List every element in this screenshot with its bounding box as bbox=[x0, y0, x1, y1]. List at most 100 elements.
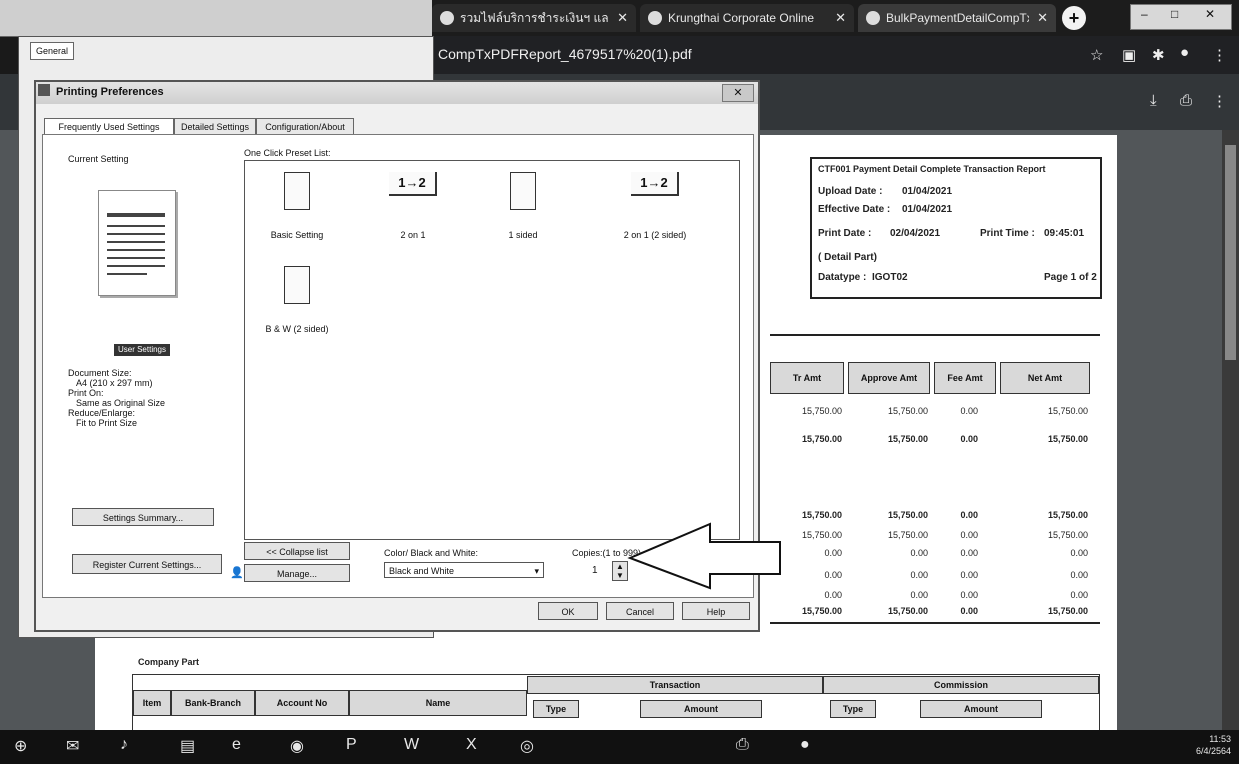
cell-tr-amt: 0.00 bbox=[824, 590, 842, 600]
print-time-label: Print Time : bbox=[980, 228, 1035, 239]
preset-basic-setting[interactable]: Basic Setting bbox=[252, 172, 342, 240]
bookmark-star-icon[interactable]: ☆ bbox=[1090, 46, 1103, 64]
preset-label: 2 on 1 bbox=[400, 230, 426, 240]
effective-date-label: Effective Date : bbox=[818, 204, 891, 215]
col-header-bank-branch: Bank-Branch bbox=[171, 690, 255, 716]
cell-fee-amt: 0.00 bbox=[960, 570, 978, 580]
profile-avatar-icon[interactable]: ● bbox=[1180, 44, 1189, 61]
tab-bulk-payment[interactable]: BulkPaymentDetailCompTxPDF ✕ bbox=[858, 4, 1056, 32]
cell-fee-amt: 0.00 bbox=[960, 434, 978, 444]
pdf-scrollbar-thumb[interactable] bbox=[1225, 145, 1236, 360]
preview-line bbox=[107, 265, 165, 267]
detail-part-label: ( Detail Part) bbox=[818, 252, 877, 263]
col-header-amount: Amount bbox=[640, 700, 762, 718]
tab-payment-service[interactable]: รวมไฟล์บริการชำระเงินฯ และ ✕ bbox=[432, 4, 636, 32]
color-select[interactable]: Black and White ▾ bbox=[384, 562, 544, 578]
url-text[interactable]: CompTxPDFReport_4679517%20(1).pdf bbox=[438, 46, 692, 62]
preset-2-on-1-2-sided[interactable]: 1→2 2 on 1 (2 sided) bbox=[610, 172, 700, 240]
col-header-tr-amt: Tr Amt bbox=[770, 362, 844, 394]
col-header-approve-amt: Approve Amt bbox=[848, 362, 930, 394]
reduce-enlarge-label: Reduce/Enlarge: bbox=[68, 408, 136, 418]
start-icon[interactable]: ⊕ bbox=[14, 736, 27, 756]
tab-favicon-icon bbox=[866, 11, 880, 25]
taskbar-clock[interactable]: 11:53 6/4/2564 bbox=[1196, 733, 1231, 757]
new-tab-button[interactable]: + bbox=[1062, 6, 1086, 30]
chrome-icon[interactable]: ◎ bbox=[520, 736, 534, 756]
preset-list-label: One Click Preset List: bbox=[244, 148, 331, 158]
help-button[interactable]: Help bbox=[682, 602, 750, 620]
puzzle-icon[interactable]: ✱ bbox=[1152, 46, 1165, 64]
print-on-value: Same as Original Size bbox=[76, 398, 166, 408]
file-explorer-icon[interactable]: ▤ bbox=[180, 736, 195, 756]
cell-net-amt: 15,750.00 bbox=[1047, 510, 1088, 520]
powerpoint-icon[interactable]: P bbox=[346, 736, 357, 754]
cell-approve-amt: 15,750.00 bbox=[887, 434, 928, 444]
print-time: 09:45:01 bbox=[1044, 228, 1085, 239]
close-icon[interactable]: ✕ bbox=[1205, 7, 1215, 21]
cell-fee-amt: 0.00 bbox=[960, 530, 978, 540]
effective-date: 01/04/2021 bbox=[902, 204, 953, 215]
one-sided-icon bbox=[510, 172, 536, 210]
cell-net-amt: 15,750.00 bbox=[1047, 434, 1088, 444]
tab-krungthai[interactable]: Krungthai Corporate Online ✕ bbox=[640, 4, 854, 32]
dialog-title: Printing Preferences bbox=[56, 86, 164, 98]
maximize-icon[interactable]: □ bbox=[1171, 7, 1178, 21]
cell-approve-amt: 15,750.00 bbox=[887, 406, 928, 416]
line-app-icon[interactable]: ● bbox=[800, 736, 810, 754]
bw-duplex-icon bbox=[284, 266, 310, 304]
browser-menu-icon[interactable]: ⋮ bbox=[1212, 46, 1227, 64]
excel-icon[interactable]: X bbox=[466, 736, 477, 754]
preview-line bbox=[107, 273, 147, 275]
color-select-value: Black and White bbox=[389, 566, 455, 576]
pdf-more-icon[interactable]: ⋮ bbox=[1212, 92, 1227, 110]
tab-frequently-used[interactable]: Frequently Used Settings bbox=[44, 118, 174, 135]
printer-app-icon[interactable]: ⎙ bbox=[736, 736, 749, 754]
register-current-settings-button[interactable]: Register Current Settings... bbox=[72, 554, 222, 574]
preset-2-on-1[interactable]: 1→2 2 on 1 bbox=[368, 172, 458, 240]
cell-approve-amt: 0.00 bbox=[910, 590, 928, 600]
col-header-transaction: Transaction bbox=[527, 676, 823, 694]
preset-1-sided[interactable]: 1 sided bbox=[478, 172, 568, 240]
print-icon[interactable]: ⎙ bbox=[1180, 92, 1192, 109]
collapse-list-button[interactable]: << Collapse list bbox=[244, 542, 350, 560]
word-icon[interactable]: W bbox=[404, 736, 419, 754]
cell-approve-amt: 15,750.00 bbox=[887, 510, 928, 520]
table-total-line bbox=[770, 622, 1100, 624]
media-icon[interactable]: ♪ bbox=[120, 736, 128, 754]
download-icon[interactable]: ⤓ bbox=[1150, 92, 1157, 109]
cancel-button[interactable]: Cancel bbox=[606, 602, 674, 620]
settings-summary-button[interactable]: Settings Summary... bbox=[72, 508, 214, 526]
ok-button[interactable]: OK bbox=[538, 602, 598, 620]
cell-fee-amt: 0.00 bbox=[960, 606, 978, 616]
report-divider bbox=[770, 334, 1100, 336]
cell-fee-amt: 0.00 bbox=[960, 406, 978, 416]
cell-approve-amt: 0.00 bbox=[910, 570, 928, 580]
preset-label: 1 sided bbox=[508, 230, 538, 240]
minimize-icon[interactable]: – bbox=[1141, 7, 1148, 21]
upload-date-label: Upload Date : bbox=[818, 186, 883, 197]
tab-close-icon[interactable]: ✕ bbox=[835, 10, 846, 26]
mail-icon[interactable]: ✉ bbox=[66, 736, 79, 756]
two-on-one-duplex-icon: 1→2 bbox=[631, 172, 679, 196]
col-header-net-amt: Net Amt bbox=[1000, 362, 1090, 394]
tab-general[interactable]: General bbox=[30, 42, 74, 60]
cell-net-amt: 15,750.00 bbox=[1047, 530, 1088, 540]
col-header-name: Name bbox=[349, 690, 527, 716]
manage-button[interactable]: Manage... bbox=[244, 564, 350, 582]
col-header-amount: Amount bbox=[920, 700, 1042, 718]
printer-icon bbox=[38, 84, 50, 96]
paint-icon[interactable]: ◉ bbox=[290, 736, 304, 756]
dialog-close-button[interactable]: ✕ bbox=[722, 84, 754, 102]
tab-favicon-icon bbox=[648, 11, 662, 25]
user-settings-button[interactable]: User Settings bbox=[114, 344, 170, 356]
tab-close-icon[interactable]: ✕ bbox=[617, 10, 628, 26]
tab-close-icon[interactable]: ✕ bbox=[1037, 10, 1048, 26]
preset-bw-2-sided[interactable]: B & W (2 sided) bbox=[252, 266, 342, 334]
browser-edge-icon[interactable]: e bbox=[232, 736, 241, 754]
cell-approve-amt: 15,750.00 bbox=[887, 606, 928, 616]
color-label: Color/ Black and White: bbox=[384, 548, 479, 558]
cell-tr-amt: 15,750.00 bbox=[801, 510, 842, 520]
chevron-down-icon: ▾ bbox=[534, 566, 539, 576]
extension-icon[interactable]: ▣ bbox=[1122, 46, 1136, 64]
clock-date: 6/4/2564 bbox=[1196, 746, 1232, 756]
